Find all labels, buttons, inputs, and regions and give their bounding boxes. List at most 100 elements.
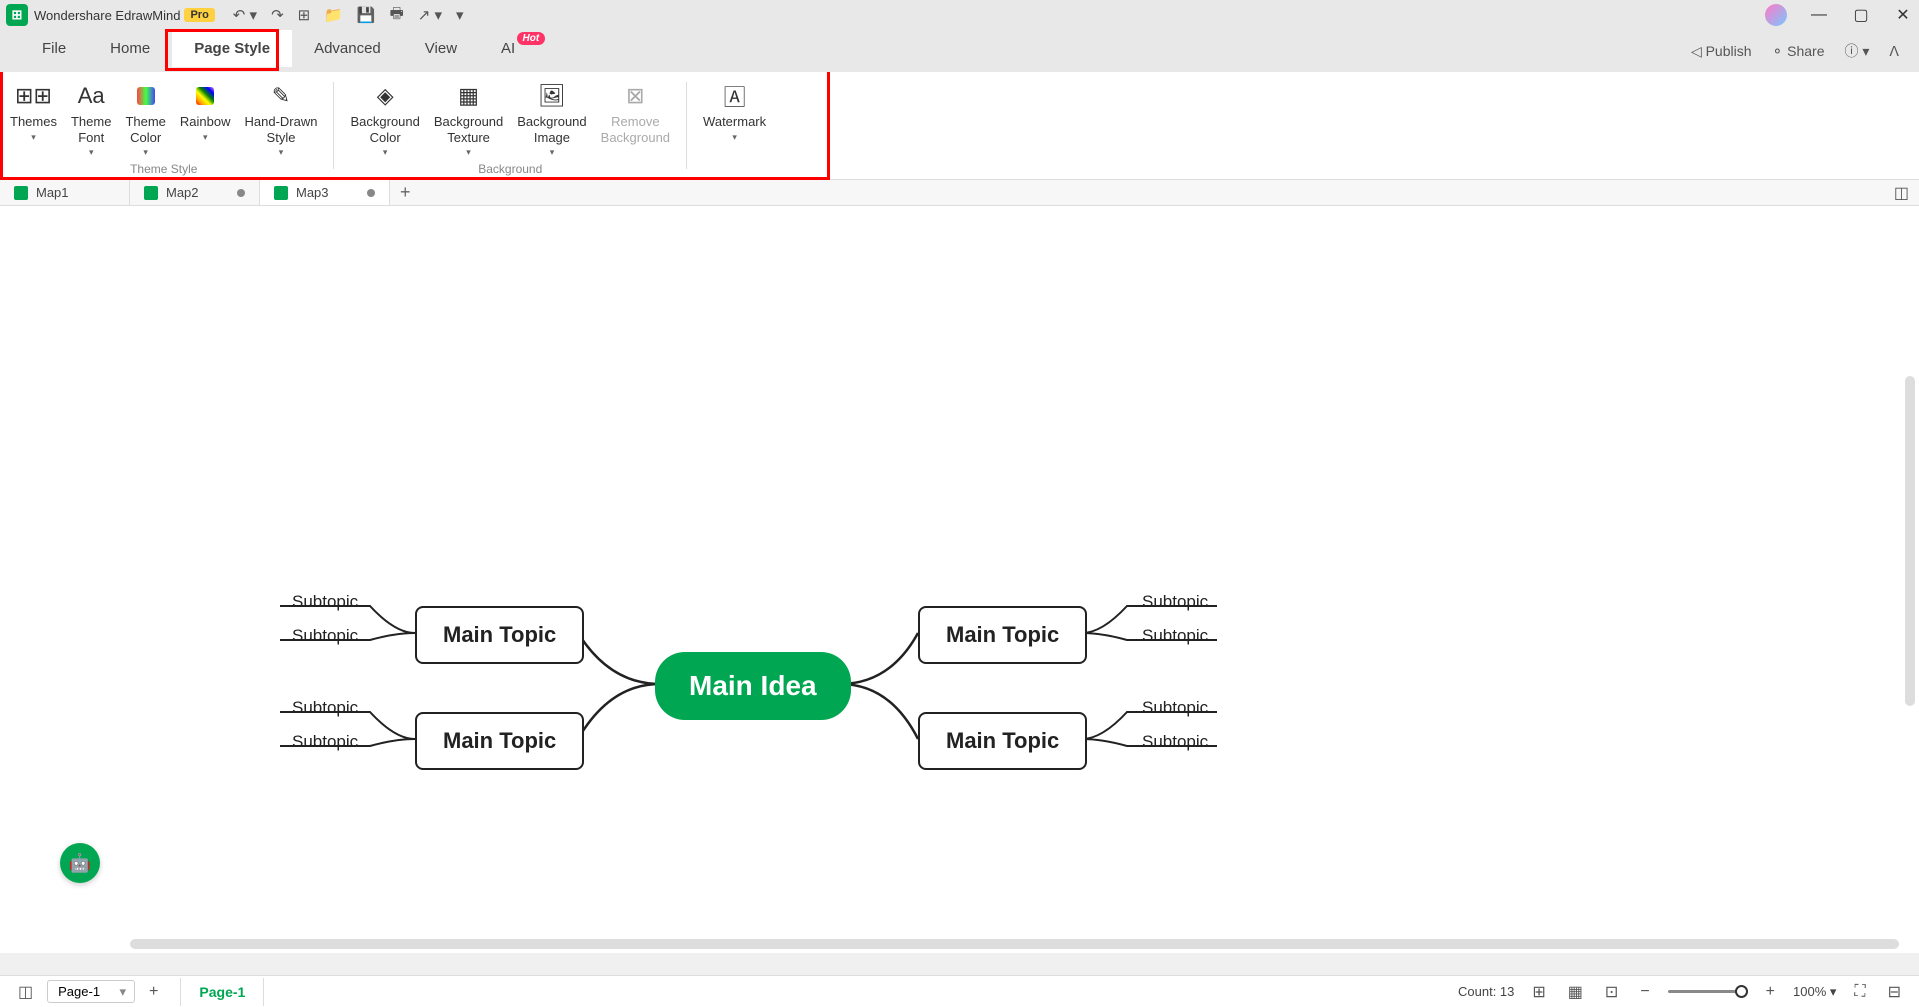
dropdown-icon: ▾: [466, 147, 471, 158]
quick-toolbar: ↶ ▾ ↷ ⊞ 📁 💾 🖶 ↗ ▾ ▾: [233, 3, 464, 28]
subtopic-node[interactable]: Subtopic: [292, 698, 358, 718]
page-tab[interactable]: Page-1: [180, 978, 264, 1006]
doctab-map1[interactable]: Map1: [0, 180, 130, 205]
hand-drawn-label: Hand-Drawn Style: [245, 114, 318, 145]
font-icon: Aa: [78, 82, 105, 110]
doctab-map3[interactable]: Map3: [260, 180, 390, 205]
theme-font-button[interactable]: Aa Theme Font ▾: [65, 78, 117, 162]
main-idea-node[interactable]: Main Idea: [655, 652, 851, 720]
doctab-map2[interactable]: Map2: [130, 180, 260, 205]
menubar: File Home Page Style Advanced View AI Ho…: [0, 30, 1919, 72]
main-topic-node[interactable]: Main Topic: [918, 712, 1087, 770]
collapse-icon[interactable]: ⊟: [1884, 982, 1905, 1002]
bg-texture-button[interactable]: ▦ Background Texture ▾: [428, 78, 509, 162]
zoom-out-icon[interactable]: −: [1636, 983, 1653, 1001]
fit-icon[interactable]: ⊡: [1601, 982, 1622, 1002]
zoom-label[interactable]: 100% ▾: [1793, 984, 1836, 1000]
dropdown-icon: ▾: [383, 147, 388, 158]
bg-color-button[interactable]: ◈ Background Color ▾: [344, 78, 425, 162]
dropdown-icon: ▾: [31, 132, 36, 143]
hand-drawn-button[interactable]: ✎ Hand-Drawn Style ▾: [239, 78, 324, 162]
user-avatar-icon[interactable]: [1765, 4, 1787, 26]
collapse-ribbon-icon[interactable]: ᐱ: [1889, 43, 1899, 60]
h-scrollbar[interactable]: [130, 939, 1899, 949]
ai-fab-button[interactable]: 🤖: [60, 843, 100, 883]
v-scrollbar[interactable]: [1905, 376, 1915, 706]
tab-ai[interactable]: AI Hot: [479, 30, 537, 67]
save-icon[interactable]: 💾: [357, 6, 376, 24]
app-title: Wondershare EdrawMind: [34, 8, 180, 23]
maximize-icon[interactable]: ▢: [1851, 5, 1871, 25]
bg-texture-label: Background Texture: [434, 114, 503, 145]
publish-button[interactable]: ◁ Publish: [1691, 43, 1752, 60]
dropdown-icon: ▾: [732, 132, 737, 143]
tab-file[interactable]: File: [20, 30, 88, 67]
tab-ai-label: AI: [501, 40, 515, 57]
share-button[interactable]: ⚬ Share: [1772, 43, 1825, 60]
print-icon[interactable]: 🖶: [390, 3, 404, 28]
bucket-icon: ◈: [377, 82, 394, 110]
outline-icon[interactable]: ◫: [14, 982, 37, 1002]
dropdown-icon: ▾: [550, 147, 555, 158]
canvas[interactable]: Main Idea Main Topic Main Topic Main Top…: [0, 206, 1919, 953]
dropdown-icon: ▾: [143, 147, 148, 158]
subtopic-node[interactable]: Subtopic: [1142, 592, 1208, 612]
theme-color-label: Theme Color: [125, 114, 165, 145]
add-tab-button[interactable]: +: [390, 182, 421, 203]
titlebar: ⊞ Wondershare EdrawMind Pro ↶ ▾ ↷ ⊞ 📁 💾 …: [0, 0, 1919, 30]
tab-page-style[interactable]: Page Style: [172, 30, 292, 67]
watermark-label: Watermark: [703, 114, 766, 130]
add-page-icon[interactable]: +: [145, 983, 162, 1001]
zoom-slider[interactable]: [1668, 990, 1748, 993]
rainbow-button[interactable]: Rainbow ▾: [174, 78, 237, 162]
main-topic-node[interactable]: Main Topic: [415, 712, 584, 770]
more-icon[interactable]: ▾: [456, 6, 464, 24]
main-topic-node[interactable]: Main Topic: [918, 606, 1087, 664]
hot-badge: Hot: [517, 32, 546, 45]
map-icon: [274, 186, 288, 200]
rainbow-label: Rainbow: [180, 114, 231, 130]
new-icon[interactable]: ⊞: [298, 6, 311, 24]
dropdown-icon: ▾: [279, 147, 284, 158]
share-label: Share: [1787, 43, 1824, 59]
app-logo-icon: ⊞: [6, 4, 28, 26]
subtopic-node[interactable]: Subtopic: [292, 592, 358, 612]
help-icon[interactable]: ⓘ ▾: [1845, 41, 1870, 61]
themes-button[interactable]: ⊞⊞ Themes ▾: [4, 78, 63, 162]
subtopic-node[interactable]: Subtopic: [292, 732, 358, 752]
publish-label: Publish: [1706, 43, 1752, 59]
tab-view[interactable]: View: [403, 30, 479, 67]
redo-icon[interactable]: ↷: [271, 6, 284, 24]
zoom-thumb[interactable]: [1735, 985, 1748, 998]
watermark-button[interactable]: 🄰 Watermark ▾: [697, 78, 772, 147]
close-icon[interactable]: ✕: [1893, 5, 1913, 25]
main-topic-node[interactable]: Main Topic: [415, 606, 584, 664]
zoom-in-icon[interactable]: +: [1762, 983, 1779, 1001]
fullscreen-icon[interactable]: ⛶: [1850, 983, 1869, 1001]
separator: [686, 82, 687, 169]
count-label: Count: 13: [1458, 984, 1514, 999]
doctab-label: Map2: [166, 185, 199, 200]
minimize-icon[interactable]: —: [1809, 6, 1829, 24]
bg-image-button[interactable]: 🖼 Background Image ▾: [511, 78, 592, 162]
subtopic-node[interactable]: Subtopic: [292, 626, 358, 646]
subtopic-node[interactable]: Subtopic: [1142, 698, 1208, 718]
pro-badge: Pro: [184, 8, 214, 22]
page-selector[interactable]: Page-1: [47, 980, 135, 1003]
theme-color-button[interactable]: Theme Color ▾: [119, 78, 171, 162]
layout1-icon[interactable]: ⊞: [1528, 982, 1549, 1002]
subtopic-node[interactable]: Subtopic: [1142, 732, 1208, 752]
tab-home[interactable]: Home: [88, 30, 172, 67]
map-icon: [144, 186, 158, 200]
panel-toggle-icon[interactable]: ◫: [1884, 183, 1919, 203]
export-icon[interactable]: ↗ ▾: [418, 6, 442, 24]
tab-advanced[interactable]: Advanced: [292, 30, 403, 67]
group-label-empty: [733, 159, 736, 177]
undo-icon[interactable]: ↶ ▾: [233, 6, 257, 24]
subtopic-node[interactable]: Subtopic: [1142, 626, 1208, 646]
doctab-label: Map3: [296, 185, 329, 200]
map-icon: [14, 186, 28, 200]
layout2-icon[interactable]: ▦: [1564, 982, 1587, 1002]
dropdown-icon: ▾: [89, 147, 94, 158]
open-icon[interactable]: 📁: [324, 6, 343, 24]
